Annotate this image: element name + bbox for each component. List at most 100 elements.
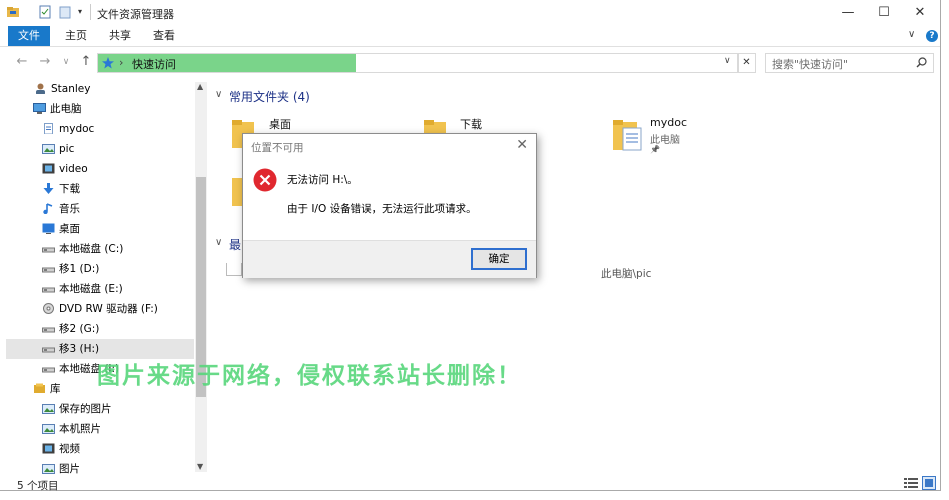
dvd-icon <box>43 303 54 314</box>
tab-file[interactable]: 文件 <box>8 26 50 46</box>
sidebar-item[interactable]: video <box>6 159 194 179</box>
address-dropdown-icon[interactable]: ∨ <box>724 56 731 66</box>
details-view-icon[interactable] <box>904 477 918 489</box>
minimize-button[interactable]: — <box>830 0 866 26</box>
sidebar-item-label: 库 <box>50 383 61 395</box>
sidebar-item[interactable]: mydoc <box>6 119 194 139</box>
tab-share[interactable]: 共享 <box>99 26 141 46</box>
sidebar-item-label: 下载 <box>59 183 80 195</box>
sidebar-item[interactable]: 本地磁盘 (E:) <box>6 279 194 299</box>
up-button[interactable]: ↑ <box>78 55 94 69</box>
sidebar-item-label: video <box>59 163 88 175</box>
sidebar-item-label: 移2 (G:) <box>59 323 100 335</box>
divider <box>90 4 91 20</box>
sidebar-item[interactable]: 音乐 <box>6 199 194 219</box>
recent-locations-button[interactable]: ∨ <box>58 55 74 69</box>
forward-button[interactable]: → <box>37 55 53 69</box>
folder-downloads-name[interactable]: 下载 <box>460 116 482 132</box>
large-icons-view-icon[interactable] <box>922 476 936 490</box>
tab-view[interactable]: 查看 <box>143 26 185 46</box>
collapse-frequent-icon[interactable]: ∨ <box>215 89 222 100</box>
dialog-title: 位置不可用 <box>251 142 304 154</box>
sidebar-item-label: 此电脑 <box>50 103 82 115</box>
close-button[interactable]: ✕ <box>902 0 938 26</box>
sidebar-item[interactable]: 视频 <box>6 439 194 459</box>
picture-icon <box>42 424 55 434</box>
user-icon <box>36 83 45 94</box>
sidebar-item[interactable]: pic <box>6 139 194 159</box>
scroll-up-icon[interactable]: ▲ <box>197 82 203 91</box>
back-button[interactable]: ← <box>14 55 30 69</box>
drive-icon <box>42 287 55 293</box>
ribbon-expand-icon[interactable]: ∨ <box>908 29 915 40</box>
dialog-detail: 由于 I/O 设备错误，无法运行此项请求。 <box>287 203 477 215</box>
sidebar-item[interactable]: 此电脑 <box>6 99 194 119</box>
window-title: 文件资源管理器 <box>97 8 174 21</box>
new-folder-icon[interactable] <box>58 5 72 19</box>
folder-mydoc-name[interactable]: mydoc <box>650 116 687 129</box>
help-icon[interactable]: ? <box>926 30 938 42</box>
address-separator: › <box>119 56 124 69</box>
drive-icon <box>42 247 55 253</box>
library-icon <box>34 383 45 393</box>
sidebar-item[interactable]: 本地磁盘 (C:) <box>6 239 194 259</box>
sidebar-item[interactable]: DVD RW 驱动器 (F:) <box>6 299 194 319</box>
recent-file-icon <box>226 263 242 276</box>
title-bar: ▾ 文件资源管理器 — ☐ ✕ <box>0 0 940 26</box>
sidebar-item[interactable]: 图片 <box>6 459 194 479</box>
dialog-close-button[interactable]: ✕ <box>516 137 528 153</box>
search-icon[interactable] <box>916 57 927 68</box>
clear-address-button[interactable]: ✕ <box>737 53 756 73</box>
address-bar[interactable]: › 快速访问 ∨ <box>97 53 739 73</box>
drive-icon <box>42 347 55 353</box>
drive-icon <box>42 327 55 333</box>
sidebar-item-label: 音乐 <box>59 203 80 215</box>
music-icon <box>43 203 53 214</box>
picture-icon <box>42 404 55 414</box>
search-box[interactable]: 搜索"快速访问" <box>765 53 934 73</box>
recent-file-path: 此电脑\pic <box>601 268 652 280</box>
sidebar-item-label: 桌面 <box>59 223 80 235</box>
properties-icon[interactable] <box>38 5 52 19</box>
star-icon <box>102 57 114 69</box>
sidebar-scrollbar[interactable]: ▲ ▼ <box>195 82 207 472</box>
frequent-folders-header[interactable]: 常用文件夹 (4) <box>229 88 310 105</box>
computer-icon <box>33 103 46 114</box>
error-dialog: 位置不可用 ✕ 无法访问 H:\。 由于 I/O 设备错误，无法运行此项请求。 … <box>242 133 537 278</box>
document-icon <box>44 123 53 134</box>
sidebar-item-label: 图片 <box>59 463 80 475</box>
sidebar-item-label: DVD RW 驱动器 (F:) <box>59 303 158 315</box>
ok-button[interactable]: 确定 <box>471 248 527 270</box>
sidebar-item-label: 保存的图片 <box>59 403 112 415</box>
sidebar-item[interactable]: Stanley <box>6 79 194 99</box>
dialog-message: 无法访问 H:\。 <box>287 174 358 186</box>
sidebar-item[interactable]: 保存的图片 <box>6 399 194 419</box>
video-icon <box>42 163 55 174</box>
search-input[interactable]: 搜索"快速访问" <box>772 56 848 72</box>
sidebar-item-label: 本地磁盘 (E:) <box>59 283 123 295</box>
watermark-text: 图片来源于网络，侵权联系站长删除！ <box>97 363 522 389</box>
tab-home[interactable]: 主页 <box>55 26 97 46</box>
error-icon <box>253 168 277 192</box>
sidebar-item-label: mydoc <box>59 123 95 135</box>
recent-files-header[interactable]: 最 <box>229 236 241 253</box>
sidebar-item[interactable]: 本机照片 <box>6 419 194 439</box>
document-folder-icon[interactable] <box>612 118 644 152</box>
customize-qat-icon[interactable]: ▾ <box>78 7 82 16</box>
sidebar-item[interactable]: 移1 (D:) <box>6 259 194 279</box>
collapse-recent-icon[interactable]: ∨ <box>215 237 222 248</box>
drive-icon <box>42 267 55 273</box>
address-text[interactable]: 快速访问 <box>132 56 176 72</box>
folder-mydoc-location: 此电脑 <box>650 135 680 146</box>
sidebar-item[interactable]: 桌面 <box>6 219 194 239</box>
sidebar-item-label: Stanley <box>51 83 91 95</box>
video-icon <box>42 443 55 454</box>
sidebar-item[interactable]: 移2 (G:) <box>6 319 194 339</box>
ribbon-tabs: 文件 主页 共享 查看 ∨ ? <box>0 26 940 47</box>
item-count: 5 个项目 <box>17 480 59 492</box>
sidebar-item[interactable]: 下载 <box>6 179 194 199</box>
scroll-down-icon[interactable]: ▼ <box>197 462 203 471</box>
folder-desktop-name[interactable]: 桌面 <box>269 116 291 132</box>
sidebar-item-label: 移3 (H:) <box>59 343 100 355</box>
maximize-button[interactable]: ☐ <box>866 0 902 26</box>
